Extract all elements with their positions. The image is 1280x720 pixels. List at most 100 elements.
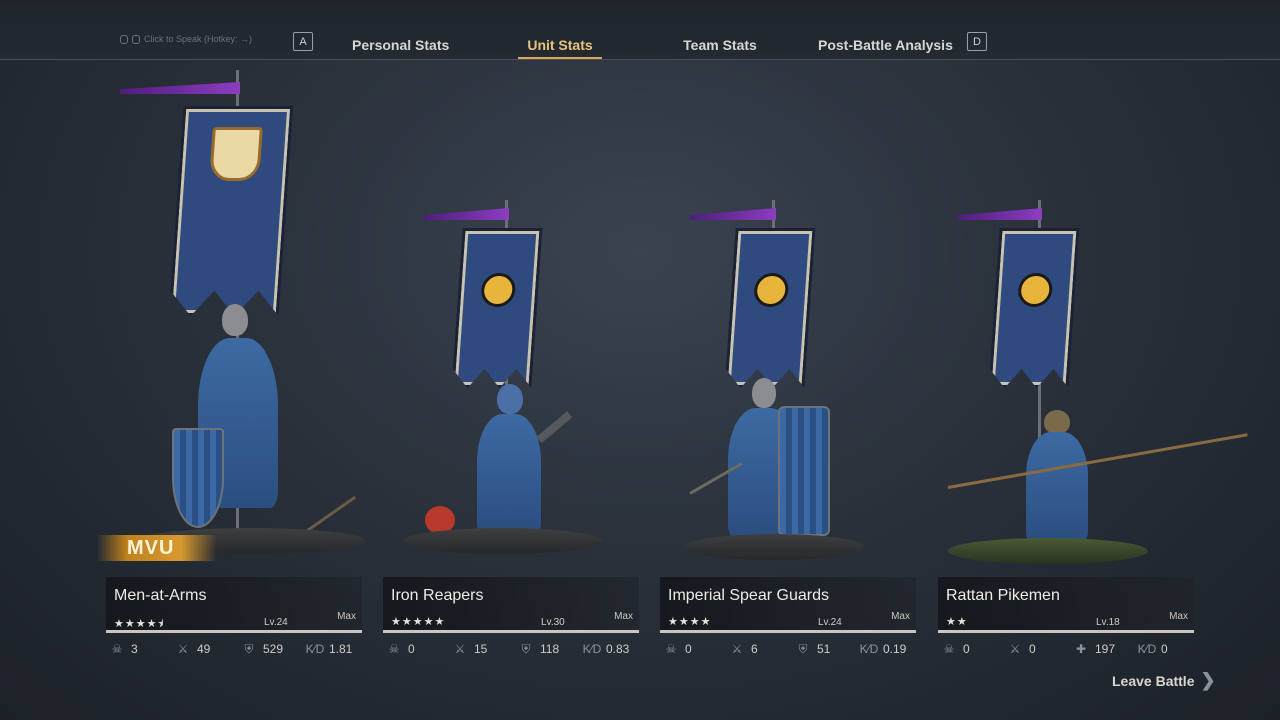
pennant bbox=[958, 208, 1042, 220]
kd-stat: K⁄D 0 bbox=[1138, 640, 1198, 658]
kd-stat: K⁄D 0.19 bbox=[860, 640, 920, 658]
ballista-prop bbox=[305, 495, 357, 533]
damage-stat: ⛨ 118 bbox=[517, 640, 583, 658]
figure-base bbox=[403, 528, 603, 554]
xp-bar-fill bbox=[106, 630, 362, 633]
skull-icon: ☠ bbox=[665, 642, 677, 656]
unit-info-panel: Iron Reapers Max ★★★★★ Lv.30 bbox=[383, 577, 639, 633]
assists-value: 6 bbox=[751, 642, 758, 656]
damage-stat: ✚ 197 bbox=[1072, 640, 1138, 658]
kills-value: 3 bbox=[131, 642, 138, 656]
unit-level: Lv.24 bbox=[264, 617, 288, 628]
kd-stat: K⁄D 0.83 bbox=[583, 640, 643, 658]
tab-unit-stats[interactable]: Unit Stats bbox=[518, 37, 602, 59]
helmet bbox=[752, 378, 776, 408]
skull-icon: ☠ bbox=[388, 642, 400, 656]
unit-banner bbox=[988, 228, 1079, 388]
kills-value: 0 bbox=[963, 642, 970, 656]
unit-name: Rattan Pikemen bbox=[946, 587, 1060, 604]
assists-stat: ⚔ 49 bbox=[174, 640, 240, 658]
kills-value: 0 bbox=[685, 642, 692, 656]
kills-stat: ☠ 3 bbox=[108, 640, 174, 658]
kd-ratio-icon: K⁄D bbox=[859, 642, 879, 656]
unit-stats-row: ☠ 3 ⚔ 49 ⛨ 529 K⁄D 1.81 bbox=[108, 640, 366, 658]
assists-value: 49 bbox=[197, 642, 211, 656]
scythe-blade bbox=[536, 411, 573, 444]
dragon-emblem bbox=[1017, 273, 1053, 307]
unit-level: Lv.24 bbox=[818, 617, 842, 628]
assists-stat: ⚔ 0 bbox=[1006, 640, 1072, 658]
kd-stat: K⁄D 1.81 bbox=[306, 640, 366, 658]
chevron-right-icon: ❯ bbox=[1200, 670, 1216, 690]
cross-icon: ✚ bbox=[1075, 642, 1087, 656]
leave-battle-button[interactable]: Leave Battle ❯ bbox=[1112, 670, 1216, 691]
unit-name: Iron Reapers bbox=[391, 587, 484, 604]
dragon-emblem bbox=[480, 273, 516, 307]
unit-info-panel: Imperial Spear Guards Max ★★★★ Lv.24 bbox=[660, 577, 916, 633]
kd-ratio-icon: K⁄D bbox=[1137, 642, 1157, 656]
star-rating: ★★ bbox=[946, 616, 968, 628]
damage-value: 529 bbox=[263, 642, 284, 656]
kills-stat: ☠ 0 bbox=[385, 640, 451, 658]
assists-value: 0 bbox=[1029, 642, 1036, 656]
tab-personal-stats[interactable]: Personal Stats bbox=[352, 37, 449, 59]
crossed-swords-icon: ⚔ bbox=[731, 642, 743, 656]
damage-value: 197 bbox=[1095, 642, 1116, 656]
xp-bar-fill bbox=[383, 630, 639, 633]
kills-stat: ☠ 0 bbox=[662, 640, 728, 658]
skull-icon: ☠ bbox=[943, 642, 955, 656]
unit-banner bbox=[724, 228, 815, 388]
unit-level: Lv.30 bbox=[541, 617, 565, 628]
skull-icon: ☠ bbox=[111, 642, 123, 656]
xp-bar bbox=[106, 630, 362, 633]
figure-base bbox=[948, 538, 1148, 564]
unit-stats-row: ☠ 0 ⚔ 6 ⛨ 51 K⁄D 0.19 bbox=[662, 640, 920, 658]
damage-value: 51 bbox=[817, 642, 831, 656]
microphone-icon bbox=[132, 34, 140, 44]
mvu-badge: MVU bbox=[97, 535, 217, 561]
voice-chat-hint[interactable]: Click to Speak (Hotkey: →) bbox=[120, 34, 252, 44]
soldier-figure bbox=[477, 414, 541, 534]
unit-card-imperial-spear-guards[interactable] bbox=[660, 60, 916, 660]
tab-team-stats[interactable]: Team Stats bbox=[682, 37, 758, 59]
crossed-swords-icon: ⚔ bbox=[177, 642, 189, 656]
unit-card-iron-reapers[interactable] bbox=[383, 60, 639, 660]
kd-value: 0 bbox=[1161, 642, 1168, 656]
assists-stat: ⚔ 6 bbox=[728, 640, 794, 658]
voice-hint-text: Click to Speak (Hotkey: →) bbox=[144, 34, 253, 44]
xp-bar-fill bbox=[660, 630, 916, 633]
unit-card-rattan-pikemen[interactable] bbox=[938, 60, 1248, 660]
unit-info-panel: Men-at-Arms Max ★★★★⯨ Lv.24 bbox=[106, 577, 362, 633]
speaker-icon bbox=[120, 34, 128, 44]
shield-icon: ⛨ bbox=[521, 641, 531, 656]
kite-shield bbox=[172, 428, 224, 528]
damage-value: 118 bbox=[540, 642, 560, 656]
kills-value: 0 bbox=[408, 642, 415, 656]
xp-bar bbox=[660, 630, 916, 633]
tab-post-battle-analysis[interactable]: Post-Battle Analysis bbox=[818, 37, 953, 59]
heraldic-shield-emblem bbox=[209, 127, 263, 181]
unit-name: Imperial Spear Guards bbox=[668, 587, 829, 604]
key-a-badge[interactable]: A bbox=[293, 32, 313, 51]
unit-info-panel: Rattan Pikemen Max ★★ Lv.18 bbox=[938, 577, 1194, 633]
pennant bbox=[423, 208, 509, 220]
unit-level: Lv.18 bbox=[1096, 617, 1120, 628]
unit-stats-row: ☠ 0 ⚔ 0 ✚ 197 K⁄D 0 bbox=[940, 640, 1198, 658]
key-d-badge[interactable]: D bbox=[967, 32, 987, 51]
tower-shield bbox=[778, 406, 830, 536]
max-label: Max bbox=[891, 611, 910, 622]
star-rating: ★★★★ bbox=[668, 616, 712, 628]
soldier-figure bbox=[1026, 432, 1088, 542]
top-nav-bar: Click to Speak (Hotkey: →) A Personal St… bbox=[0, 0, 1280, 60]
max-label: Max bbox=[337, 611, 356, 622]
max-label: Max bbox=[1169, 611, 1188, 622]
damage-stat: ⛨ 51 bbox=[794, 640, 860, 658]
kd-ratio-icon: K⁄D bbox=[305, 642, 325, 656]
star-rating: ★★★★★ bbox=[391, 616, 446, 628]
xp-bar bbox=[938, 630, 1194, 633]
unit-card-men-at-arms[interactable] bbox=[106, 60, 366, 660]
crossed-swords-icon: ⚔ bbox=[1009, 642, 1021, 656]
kd-value: 1.81 bbox=[329, 642, 353, 656]
kills-stat: ☠ 0 bbox=[940, 640, 1006, 658]
xp-bar-fill bbox=[938, 630, 1194, 633]
